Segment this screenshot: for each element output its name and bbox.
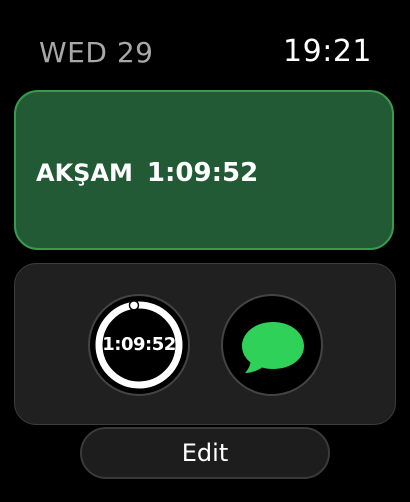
prayer-time-widget[interactable]: AKŞAM 1:09:52 (14, 90, 394, 250)
timer-complication[interactable]: 1:09:52 (88, 294, 190, 396)
messages-complication[interactable] (221, 294, 323, 396)
edit-button[interactable]: Edit (80, 427, 330, 479)
date-label: WED 29 (39, 36, 154, 69)
prayer-widget-content: AKŞAM 1:09:52 (36, 158, 258, 188)
prayer-countdown: 1:09:52 (146, 158, 259, 188)
complications-stack: 1:09:52 (14, 263, 396, 425)
messages-bubble-icon (242, 322, 304, 373)
status-bar: WED 29 19:21 (0, 0, 410, 90)
time-label: 19:21 (283, 34, 372, 69)
timer-ring-knob (128, 300, 140, 311)
timer-value: 1:09:52 (102, 334, 176, 355)
prayer-name-label: AKŞAM (36, 159, 133, 187)
